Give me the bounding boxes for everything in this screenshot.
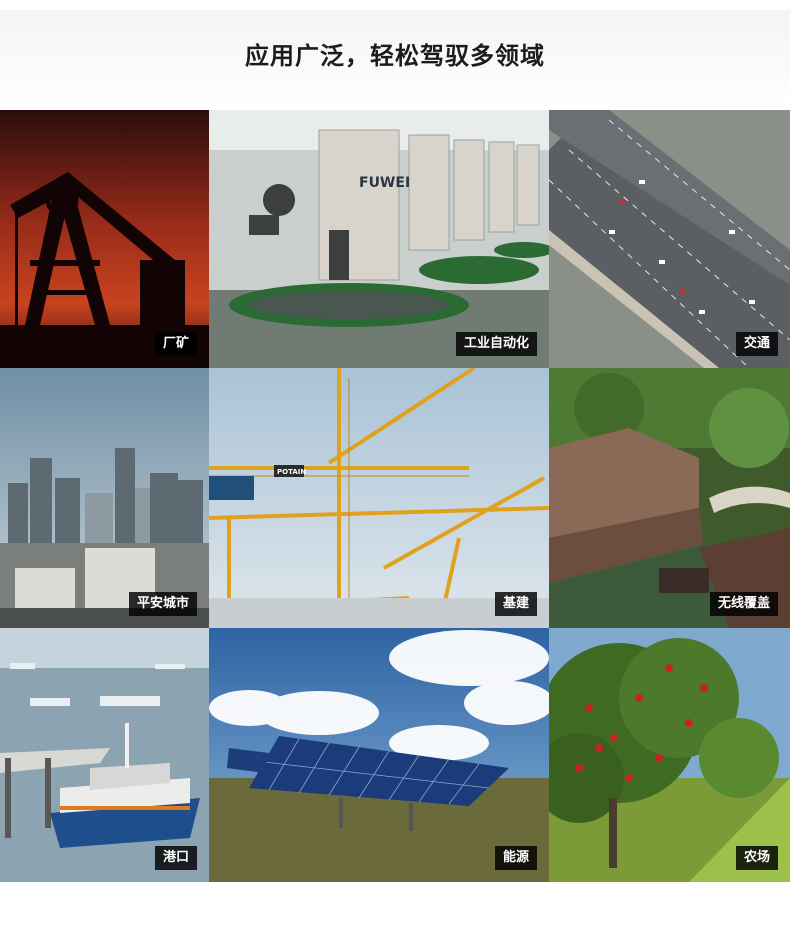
application-grid: 厂矿 FUWEI 工业自动化 交通 平安城市 POTAIN 基建 无线覆盖 港口… — [0, 110, 790, 882]
industrial-photo: FUWEI — [209, 110, 549, 368]
tile-construction[interactable]: POTAIN 基建 — [209, 368, 549, 628]
tile-label-port: 港口 — [154, 846, 197, 870]
machine-brand-text: FUWEI — [359, 175, 410, 191]
tile-label-safe-city: 平安城市 — [128, 592, 197, 616]
construction-photo: POTAIN — [209, 368, 549, 628]
traffic-photo — [549, 110, 790, 368]
farm-photo — [549, 628, 790, 882]
tile-energy[interactable]: 能源 — [209, 628, 549, 882]
tile-label-mining: 厂矿 — [154, 332, 197, 356]
tile-safe-city[interactable]: 平安城市 — [0, 368, 209, 628]
tile-label-energy: 能源 — [494, 846, 537, 870]
city-photo — [0, 368, 209, 628]
footer-space — [0, 882, 790, 940]
tile-label-wireless-coverage: 无线覆盖 — [709, 592, 778, 616]
tile-farm[interactable]: 农场 — [549, 628, 790, 882]
tile-label-traffic: 交通 — [735, 332, 778, 356]
tile-label-construction: 基建 — [494, 592, 537, 616]
mining-photo — [0, 110, 209, 368]
tile-mining[interactable]: 厂矿 — [0, 110, 209, 368]
tile-label-farm: 农场 — [735, 846, 778, 870]
header: 应用广泛，轻松驾驭多领域 — [0, 0, 790, 110]
port-photo — [0, 628, 209, 882]
tile-wireless-coverage[interactable]: 无线覆盖 — [549, 368, 790, 628]
energy-photo — [209, 628, 549, 882]
crane-brand-text: POTAIN — [277, 468, 306, 476]
tile-label-industrial-automation: 工业自动化 — [455, 332, 537, 356]
tile-traffic[interactable]: 交通 — [549, 110, 790, 368]
tile-industrial-automation[interactable]: FUWEI 工业自动化 — [209, 110, 549, 368]
page-title: 应用广泛，轻松驾驭多领域 — [245, 42, 545, 70]
wireless-photo — [549, 368, 790, 628]
tile-port[interactable]: 港口 — [0, 628, 209, 882]
